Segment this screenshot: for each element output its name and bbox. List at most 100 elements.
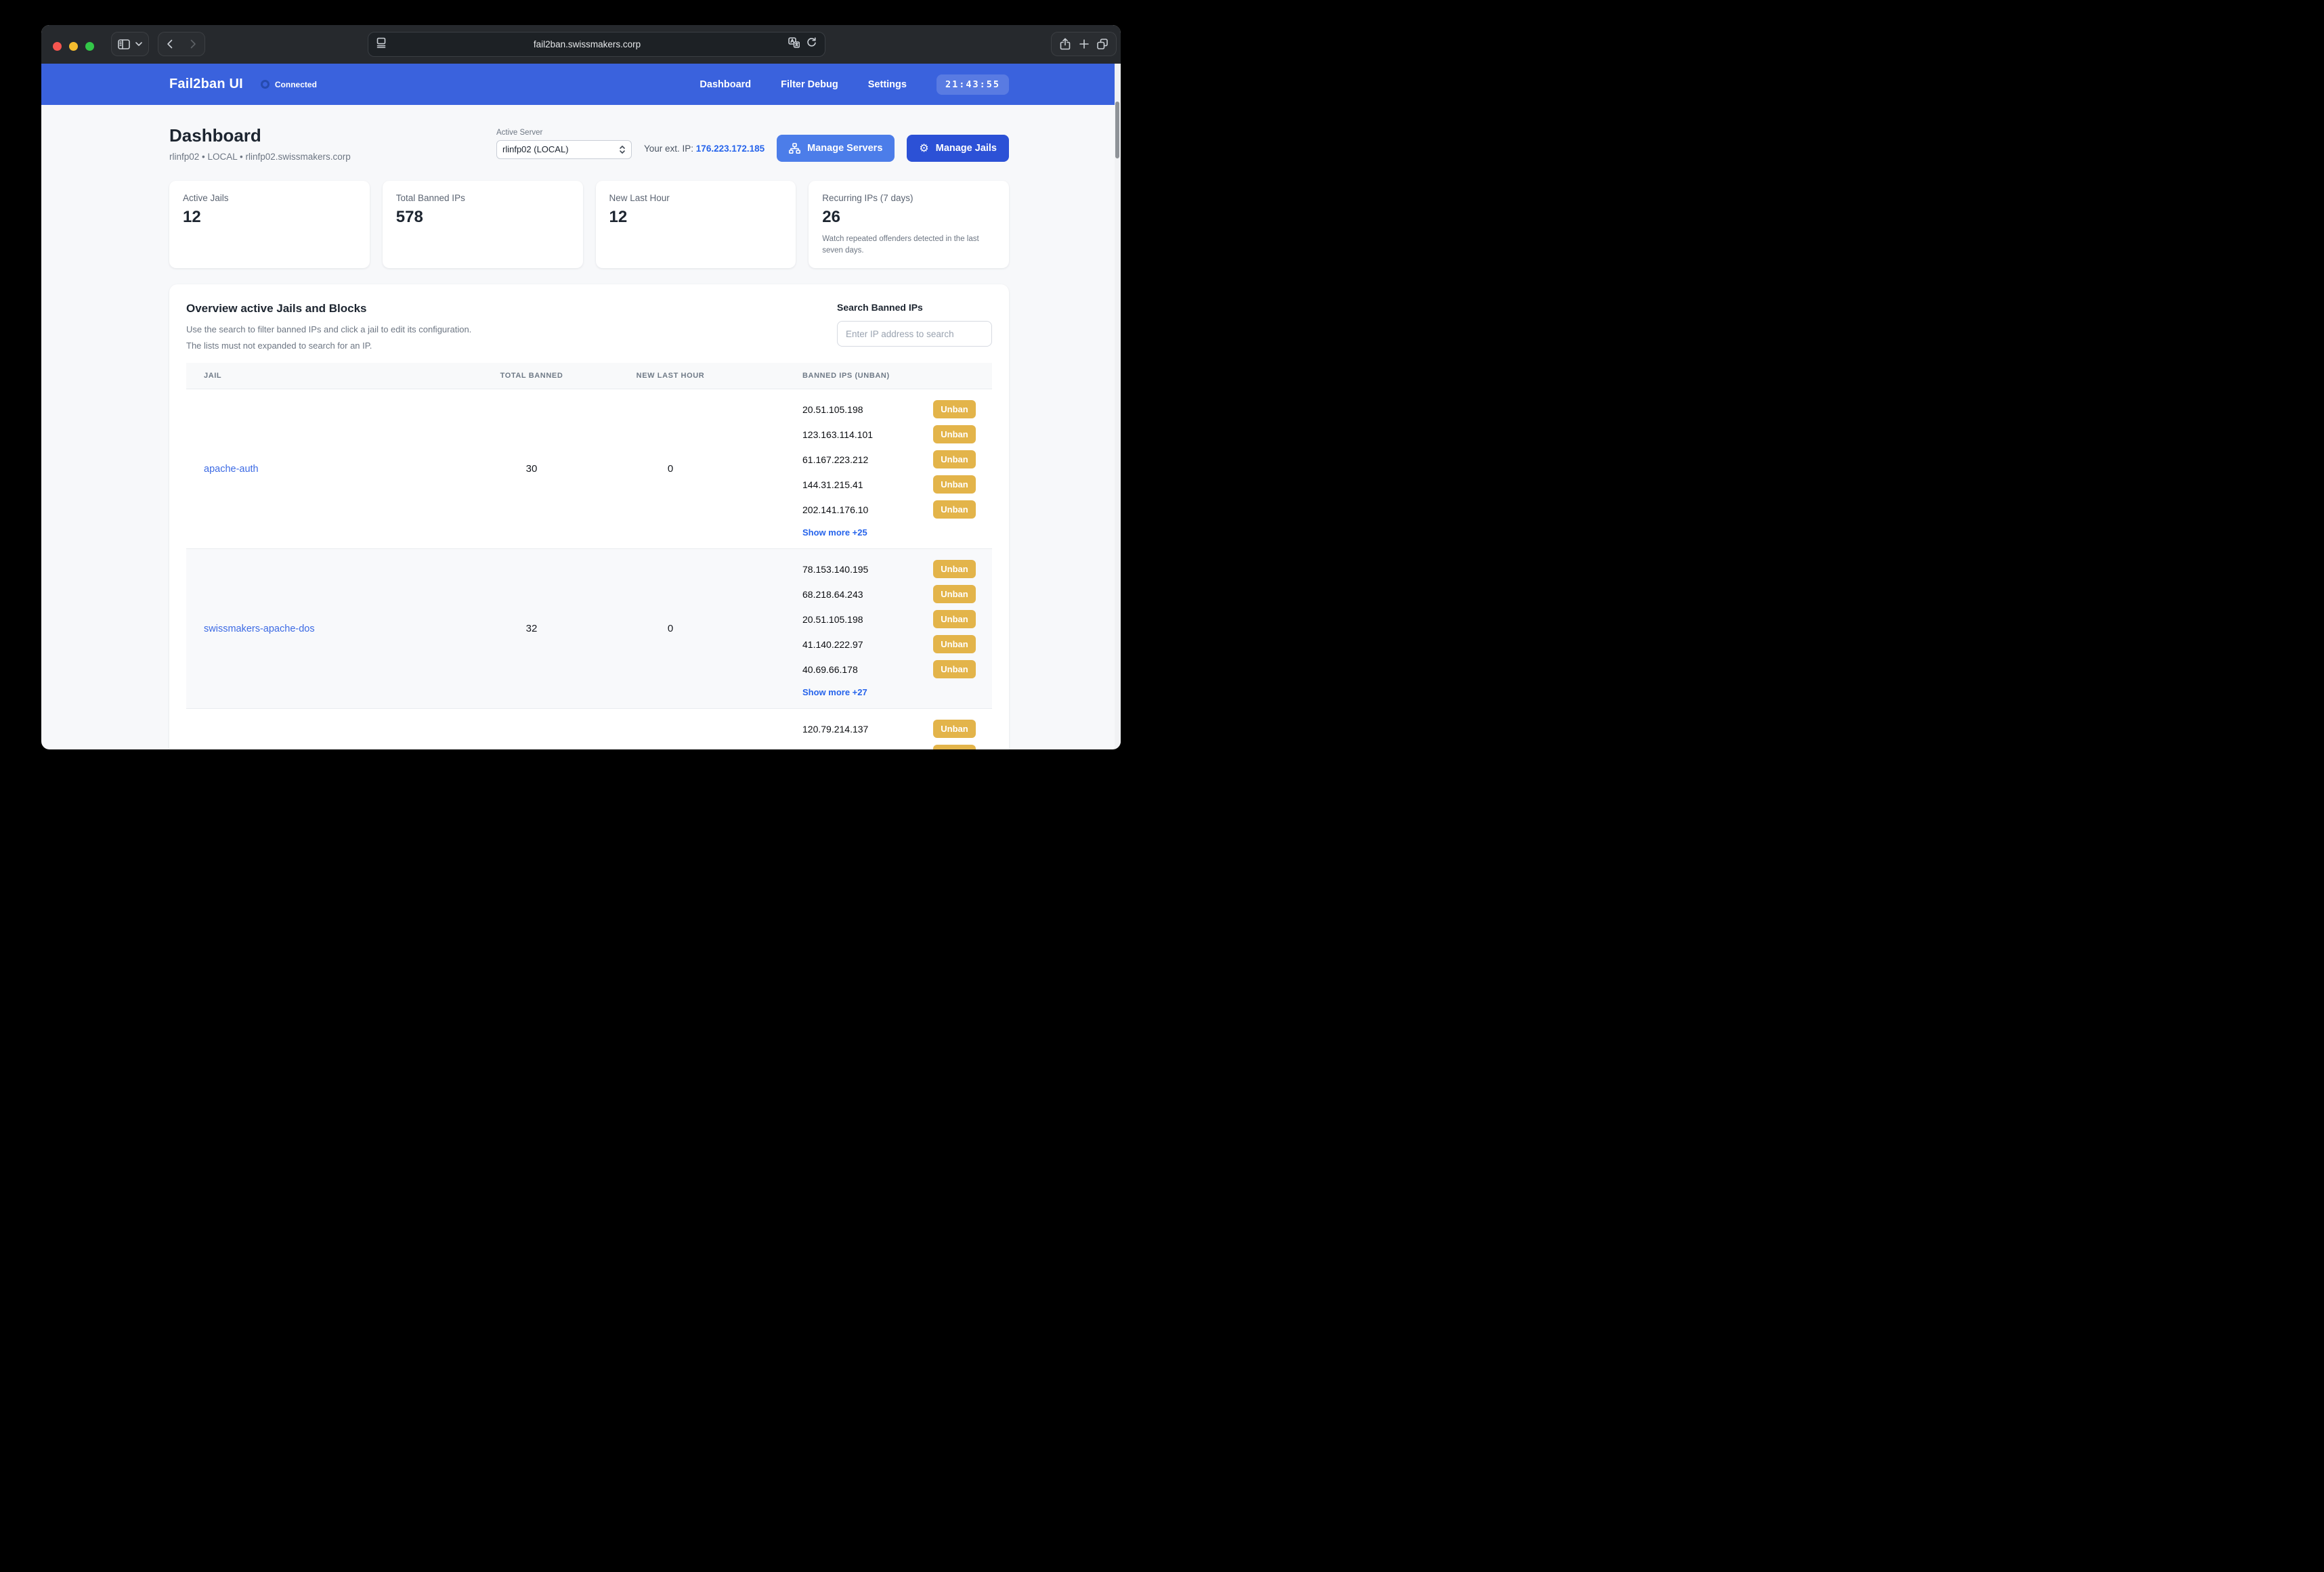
scrollbar-track[interactable] <box>1115 64 1121 749</box>
page-title: Dashboard <box>169 125 351 146</box>
history-nav-group <box>158 32 205 56</box>
nav-link-settings[interactable]: Settings <box>868 79 907 90</box>
jails-overview-panel: Overview active Jails and Blocks Use the… <box>169 284 1009 749</box>
stat-label: Total Banned IPs <box>396 193 569 203</box>
scrollbar-thumb[interactable] <box>1115 102 1119 158</box>
back-icon[interactable] <box>167 39 173 49</box>
ip-address: 20.51.105.198 <box>802 404 863 415</box>
stat-value: 578 <box>396 208 569 227</box>
ip-address: 41.140.222.97 <box>802 639 863 650</box>
share-icon[interactable] <box>1060 38 1071 50</box>
stat-label: Recurring IPs (7 days) <box>822 193 995 203</box>
unban-button[interactable]: Unban <box>933 560 976 578</box>
panel-title: Overview active Jails and Blocks <box>186 302 471 315</box>
browser-toolbar: fail2ban.swissmakers.corp <box>41 25 1121 64</box>
unban-button[interactable]: Unban <box>933 500 976 519</box>
divider <box>181 38 182 50</box>
unban-button[interactable]: Unban <box>933 720 976 738</box>
new-tab-icon[interactable] <box>1079 39 1089 49</box>
stat-description: Watch repeated offenders detected in the… <box>822 234 995 256</box>
close-window-button[interactable] <box>53 42 62 51</box>
show-more-link[interactable]: Show more +25 <box>802 527 867 538</box>
manage-jails-button[interactable]: ⚙ Manage Jails <box>907 135 1009 162</box>
sidebar-toggle-group <box>111 32 149 56</box>
sitemap-icon <box>789 143 800 154</box>
stat-label: Active Jails <box>183 193 356 203</box>
external-ip-value: 176.223.172.185 <box>696 144 765 154</box>
manage-servers-button[interactable]: Manage Servers <box>777 135 895 162</box>
clock: 21:43:55 <box>937 74 1009 95</box>
chevron-down-icon[interactable] <box>135 42 142 46</box>
address-bar[interactable]: fail2ban.swissmakers.corp <box>368 32 825 57</box>
stat-card-new-last-hour: New Last Hour 12 <box>596 181 796 268</box>
reader-view-icon[interactable] <box>376 37 386 51</box>
status-ring-icon <box>261 80 270 89</box>
unban-button[interactable]: Unban <box>933 450 976 468</box>
column-jail: JAIL <box>186 372 471 380</box>
unban-button[interactable]: Unban <box>933 660 976 678</box>
app-brand: Fail2ban UI <box>169 77 243 92</box>
banned-ip-line: 123.163.114.101 Unban <box>802 425 976 443</box>
jail-link[interactable]: apache-auth <box>204 464 259 475</box>
banned-ip-line: 202.141.176.10 Unban <box>802 500 976 519</box>
column-new-last-hour: NEW LAST HOUR <box>593 372 748 380</box>
unban-button[interactable]: Unban <box>933 475 976 494</box>
table-header: JAIL TOTAL BANNED NEW LAST HOUR BANNED I… <box>186 363 992 389</box>
unban-button[interactable]: Unban <box>933 585 976 603</box>
banned-ip-line: 144.31.215.41 Unban <box>802 475 976 494</box>
column-banned-ips: BANNED IPS (UNBAN) <box>748 372 992 380</box>
ip-address: 40.69.66.178 <box>802 664 858 675</box>
banned-ip-line: 68.218.64.243 Unban <box>802 585 976 603</box>
banned-ip-line: 20.51.105.198 Unban <box>802 400 976 418</box>
forward-icon[interactable] <box>190 39 196 49</box>
ip-address: 144.31.215.41 <box>802 479 863 490</box>
reload-icon[interactable] <box>806 37 817 51</box>
stat-label: New Last Hour <box>609 193 783 203</box>
connection-status: Connected <box>261 80 317 89</box>
ip-address: 120.79.214.137 <box>802 724 868 735</box>
ip-address: 202.141.176.10 <box>802 504 868 515</box>
banned-ip-line: 41.140.222.97 Unban <box>802 635 976 653</box>
active-server-select[interactable]: rlinfp02 (LOCAL) <box>496 140 632 159</box>
status-label: Connected <box>275 80 317 89</box>
manage-jails-label: Manage Jails <box>936 143 997 154</box>
minimize-window-button[interactable] <box>69 42 78 51</box>
toolbar-right-group <box>1051 32 1117 56</box>
select-stepper-icon <box>619 145 626 154</box>
stat-value: 26 <box>822 208 995 227</box>
search-input[interactable] <box>837 321 992 347</box>
unban-button[interactable]: Unban <box>933 745 976 749</box>
stat-value: 12 <box>183 208 356 227</box>
ip-address: 61.167.223.212 <box>802 454 868 465</box>
nav-link-dashboard[interactable]: Dashboard <box>700 79 751 90</box>
stat-card-active-jails: Active Jails 12 <box>169 181 370 268</box>
banned-ip-line: 217.217.252.123 Unban <box>802 745 976 749</box>
new-last-hour-value: 0 <box>593 623 748 634</box>
banned-ip-line: 40.69.66.178 Unban <box>802 660 976 678</box>
tab-overview-icon[interactable] <box>1097 39 1108 49</box>
total-banned-value: 32 <box>471 623 593 634</box>
show-more-link[interactable]: Show more +27 <box>802 687 867 697</box>
table-row: apache-auth 30 0 20.51.105.198 Unban 123… <box>186 389 992 548</box>
jail-link[interactable]: swissmakers-apache-dos <box>204 624 315 634</box>
url-text[interactable]: fail2ban.swissmakers.corp <box>386 39 788 49</box>
nav-link-filter-debug[interactable]: Filter Debug <box>781 79 838 90</box>
banned-ip-line: 61.167.223.212 Unban <box>802 450 976 468</box>
active-server-value: rlinfp02 (LOCAL) <box>502 144 569 154</box>
ip-address: 78.153.140.195 <box>802 564 868 575</box>
translate-icon[interactable] <box>788 37 800 51</box>
table-row: 120.79.214.137 Unban 217.217.252.123 Unb… <box>186 708 992 749</box>
panel-note-1: Use the search to filter banned IPs and … <box>186 324 471 334</box>
unban-button[interactable]: Unban <box>933 610 976 628</box>
banned-ip-line: 120.79.214.137 Unban <box>802 720 976 738</box>
unban-button[interactable]: Unban <box>933 400 976 418</box>
sidebar-icon[interactable] <box>118 39 130 49</box>
stat-card-total-banned: Total Banned IPs 578 <box>383 181 583 268</box>
ip-address: 68.218.64.243 <box>802 589 863 600</box>
unban-button[interactable]: Unban <box>933 425 976 443</box>
active-server-label: Active Server <box>496 129 632 137</box>
unban-button[interactable]: Unban <box>933 635 976 653</box>
zoom-window-button[interactable] <box>85 42 94 51</box>
new-last-hour-value: 0 <box>593 463 748 475</box>
ip-address: 123.163.114.101 <box>802 429 873 440</box>
